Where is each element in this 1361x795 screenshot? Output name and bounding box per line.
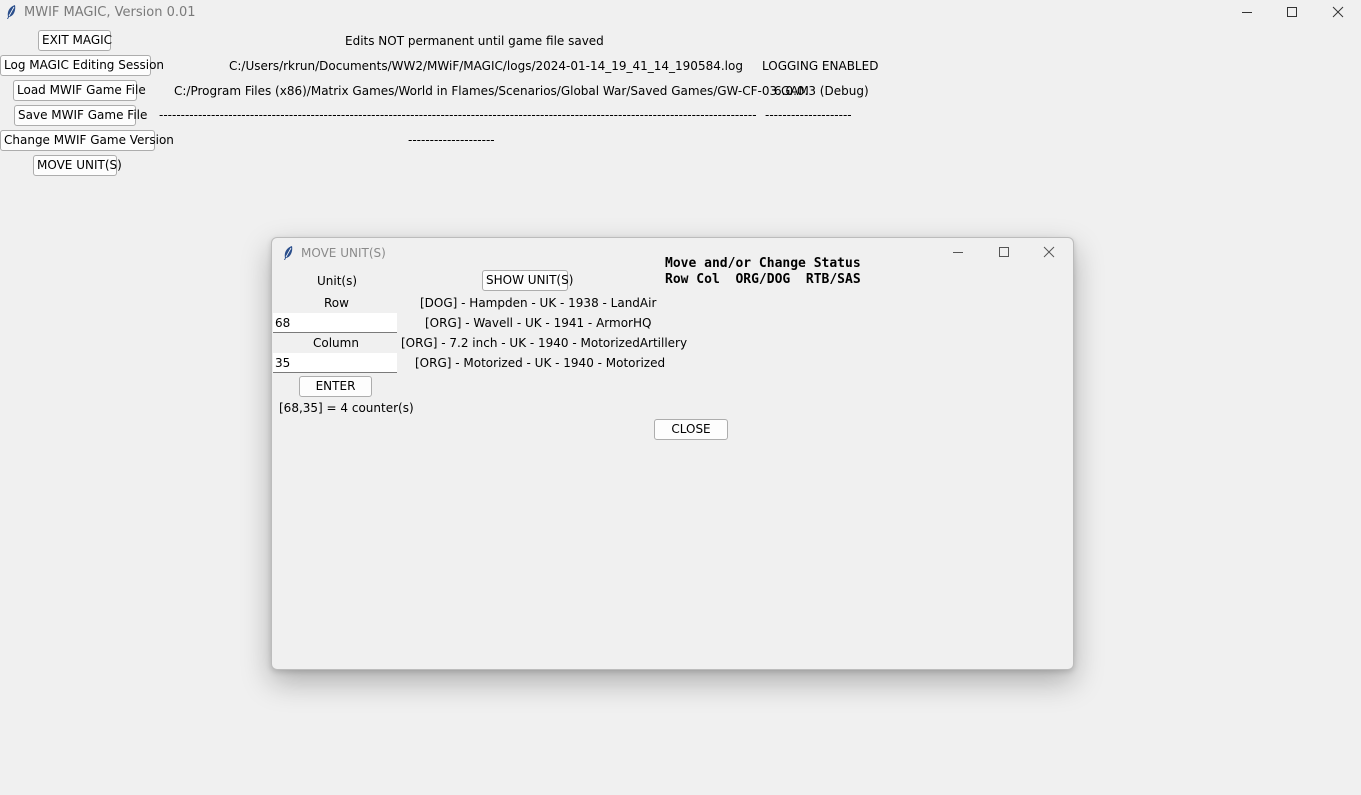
move-status-heading: Move and/or Change Status — [665, 256, 861, 271]
dialog-maximize-button[interactable] — [981, 240, 1027, 266]
row-label: Row — [324, 296, 349, 310]
logging-status: LOGGING ENABLED — [762, 59, 879, 73]
close-button[interactable]: CLOSE — [654, 419, 728, 440]
counter-summary: [68,35] = 4 counter(s) — [279, 401, 414, 415]
units-label: Unit(s) — [317, 274, 358, 288]
dialog-close-window-button[interactable] — [1026, 240, 1072, 266]
unsaved-notice: Edits NOT permanent until game file save… — [345, 34, 604, 48]
maximize-icon — [998, 246, 1010, 261]
unit-list-item[interactable]: [ORG] - 7.2 inch - UK - 1940 - Motorized… — [401, 335, 687, 351]
game-version: 6.0.0.3 (Debug) — [774, 84, 869, 98]
log-path: C:/Users/rkrun/Documents/WW2/MWiF/MAGIC/… — [229, 59, 743, 73]
unit-list-item[interactable]: [ORG] - Motorized - UK - 1940 - Motorize… — [415, 355, 665, 371]
change-version-button[interactable]: Change MWIF Game Version — [0, 130, 174, 151]
dialog-title: MOVE UNIT(S) — [301, 246, 386, 260]
save-game-button[interactable]: Save MWIF Game File — [14, 105, 147, 126]
version-separator: -------------------- — [408, 133, 495, 147]
game-file-path: C:/Program Files (x86)/Matrix Games/Worl… — [174, 84, 809, 98]
close-icon — [1043, 246, 1055, 261]
main-title-bar: MWIF MAGIC, Version 0.01 — [0, 0, 1361, 26]
minimize-icon — [1241, 6, 1253, 21]
row-input[interactable] — [273, 313, 397, 333]
log-session-button[interactable]: Log MAGIC Editing Session — [0, 55, 164, 76]
exit-magic-button[interactable]: EXIT MAGIC — [38, 30, 112, 51]
save-status-separator: -------------------- — [765, 108, 852, 122]
save-separator: ----------------------------------------… — [159, 108, 757, 122]
column-label: Column — [313, 336, 359, 350]
dialog-minimize-button[interactable] — [935, 240, 981, 266]
feather-icon — [5, 4, 17, 23]
show-units-button[interactable]: SHOW UNIT(S) — [482, 270, 573, 291]
feather-icon — [282, 245, 294, 264]
enter-button[interactable]: ENTER — [299, 376, 372, 397]
close-icon — [1332, 6, 1344, 21]
unit-list-item[interactable]: [ORG] - Wavell - UK - 1941 - ArmorHQ — [425, 315, 651, 331]
load-game-button[interactable]: Load MWIF Game File — [13, 80, 146, 101]
minimize-icon — [952, 246, 964, 261]
move-units-dialog: MOVE UNIT(S) Unit(s) SHOW UNIT(S) Move a… — [271, 237, 1074, 670]
maximize-icon — [1286, 6, 1298, 21]
column-input[interactable] — [273, 353, 397, 373]
unit-list-item[interactable]: [DOG] - Hampden - UK - 1938 - LandAir — [420, 295, 656, 311]
move-units-button[interactable]: MOVE UNIT(S) — [33, 155, 122, 176]
maximize-button[interactable] — [1269, 0, 1315, 26]
window-title: MWIF MAGIC, Version 0.01 — [24, 5, 196, 20]
move-status-columns: Row Col ORG/DOG RTB/SAS — [665, 272, 861, 287]
close-window-button[interactable] — [1315, 0, 1361, 26]
minimize-button[interactable] — [1224, 0, 1270, 26]
